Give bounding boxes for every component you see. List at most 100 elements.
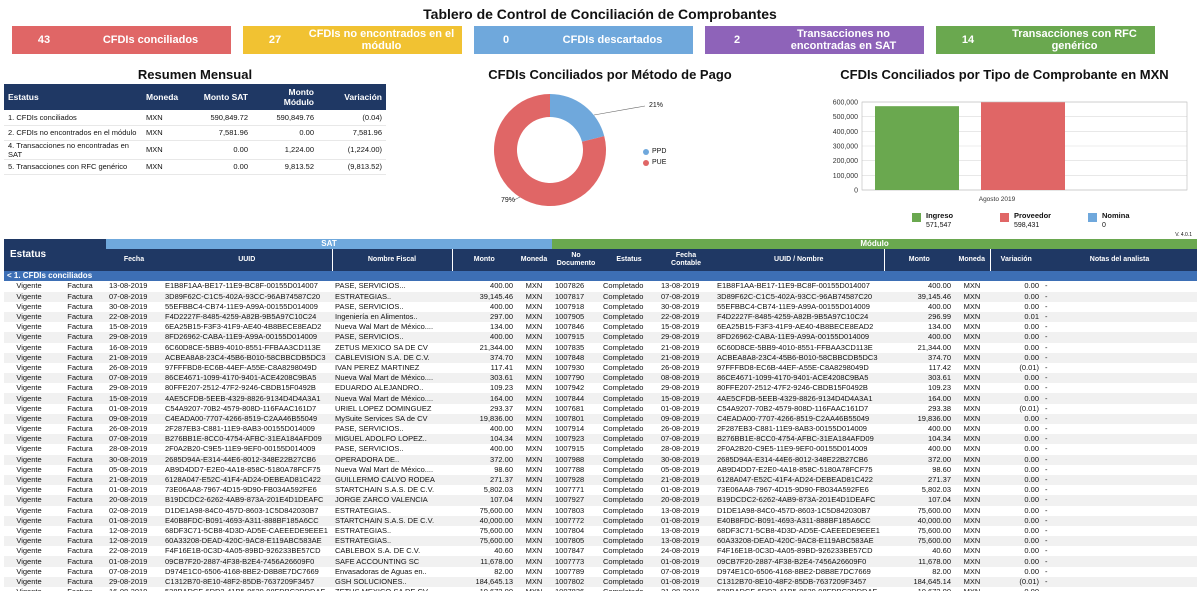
table-row[interactable]: Vigente Factura 01-08-2019 E40B8FDC-B091-46… bbox=[4, 515, 1197, 526]
table-cell: C4EADA00-7707-4266-8519-C2AA46B55049 bbox=[162, 413, 332, 424]
table-cell: 12-08-2019 bbox=[106, 536, 162, 547]
table-cell: 0.00 bbox=[990, 434, 1042, 445]
table-cell: 13-08-2019 bbox=[658, 536, 714, 547]
table-row[interactable]: Vigente Factura 01-08-2019 C54A9207-70B2-45… bbox=[4, 404, 1197, 414]
resumen-header-monto-modulo[interactable]: Monto Módulo bbox=[252, 84, 318, 110]
donut-title: CFDIs Conciliados por Método de Pago bbox=[488, 67, 732, 82]
grid-header-cell[interactable]: Moneda bbox=[954, 249, 991, 272]
table-row[interactable]: Vigente Factura 15-08-2019 4AE5CFDB-5EEB-43… bbox=[4, 393, 1197, 404]
table-row[interactable]: Vigente Factura 01-08-2019 09CB7F20-2887-4F… bbox=[4, 556, 1197, 567]
table-cell: - bbox=[1045, 424, 1048, 434]
grid-header-cell[interactable]: Monto bbox=[884, 249, 954, 272]
grid-header-cell[interactable]: Estatus bbox=[600, 249, 658, 272]
table-row[interactable]: Vigente Factura 07-08-2019 D974E1C0-6506-41… bbox=[4, 567, 1197, 577]
grid-header-cell[interactable]: Nombre Fiscal bbox=[332, 249, 453, 272]
table-row[interactable]: Vigente Factura 21-08-2019 ACBEA8A8-23C4-45… bbox=[4, 352, 1197, 363]
table-row[interactable]: Vigente Factura 22-08-2019 F4D2227F-8485-42… bbox=[4, 311, 1197, 323]
table-cell: Completado bbox=[603, 505, 644, 515]
grid-header-estatus[interactable]: Estatus bbox=[4, 239, 106, 272]
table-cell: Vigente bbox=[4, 352, 54, 363]
grid-header-cell[interactable]: UUID / Nombre bbox=[714, 249, 885, 272]
resumen-row[interactable]: 4. Transacciones no encontradas en SAT MX… bbox=[4, 140, 386, 160]
resumen-header-moneda[interactable]: Moneda bbox=[142, 84, 186, 110]
kpi-card[interactable]: 0 CFDIs descartados bbox=[474, 26, 693, 54]
table-row[interactable]: Vigente Factura 12-08-2019 60A33208-DEAD-42… bbox=[4, 536, 1197, 547]
table-cell: Factura bbox=[54, 587, 106, 591]
table-row[interactable]: Vigente Factura 29-08-2019 8FD26962-CABA-11… bbox=[4, 332, 1197, 343]
table-cell: 75,600.00 bbox=[452, 536, 516, 547]
table-cell: MXN bbox=[954, 576, 990, 587]
table-cell: 4AE5CFDB-5EEB-4329-8826-9134D4D4A3A1 bbox=[714, 393, 884, 404]
kpi-bar: 43 CFDIs conciliados 27 CFDIs no encontrado… bbox=[12, 26, 1155, 54]
kpi-card[interactable]: 27 CFDIs no encontrados en el módulo bbox=[243, 26, 462, 54]
resumen-header-variacion[interactable]: Variación bbox=[318, 84, 386, 110]
table-cell: MXN bbox=[525, 485, 543, 495]
table-row[interactable]: Vigente Factura 15-08-2019 6EA25B15-F3F3-41… bbox=[4, 322, 1197, 332]
table-cell: Completado bbox=[603, 383, 644, 393]
grid-header-cell[interactable]: Fecha Contable bbox=[658, 249, 714, 272]
kpi-card[interactable]: 43 CFDIs conciliados bbox=[12, 26, 231, 54]
kpi-value: 0 bbox=[502, 34, 510, 46]
table-cell: 1007773 bbox=[552, 556, 600, 567]
grid-header-cell[interactable]: Monto bbox=[452, 249, 516, 272]
table-cell: Nueva Wal Mart de México.... bbox=[332, 393, 452, 404]
table-cell: C54A9207-70B2-4579-808D-116FAAC161D7 bbox=[165, 403, 317, 413]
grid-header-cell[interactable]: Fecha bbox=[106, 249, 162, 272]
table-row[interactable]: Vigente Factura 13-08-2019 E1B8F1AA-BE17-11… bbox=[4, 281, 1197, 291]
table-cell: 117.41 bbox=[490, 362, 513, 372]
table-row[interactable]: Vigente Factura 22-08-2019 F4F16E1B-0C3D-4A… bbox=[4, 546, 1197, 556]
kpi-card[interactable]: 2 Transacciones no encontradas en SAT bbox=[705, 26, 924, 54]
table-cell: JORGE ZARCO VALENCIA bbox=[332, 495, 452, 506]
table-cell: Factura bbox=[67, 546, 93, 556]
grid-header-cell[interactable]: Variación bbox=[990, 249, 1042, 272]
table-row[interactable]: VigenteFactura16-08-2019538BADCF-6DD2-41… bbox=[4, 587, 1197, 591]
table-row[interactable]: Vigente Factura 20-08-2019 B19DCDC2-6262-4A… bbox=[4, 495, 1197, 506]
table-cell: 21,344.00 bbox=[479, 342, 513, 352]
table-cell: - bbox=[1042, 587, 1197, 591]
table-row[interactable]: Vigente Factura 05-08-2019 AB9D4DD7-E2E0-4A… bbox=[4, 465, 1197, 475]
table-cell: 0.00 bbox=[1024, 546, 1039, 556]
resumen-row[interactable]: 2. CFDIs no encontrados en el módulo MXN 7… bbox=[4, 125, 386, 141]
donut-slice-ppd[interactable] bbox=[550, 94, 605, 142]
table-row[interactable]: Vigente Factura 26-08-2019 2F287EB3-C881-11… bbox=[4, 424, 1197, 434]
kpi-card[interactable]: 14 Transacciones con RFC genérico bbox=[936, 26, 1155, 54]
grid-header-cell[interactable]: Notas del analista bbox=[1042, 249, 1197, 272]
bar-proveedor[interactable] bbox=[981, 102, 1065, 190]
table-row[interactable]: Vigente Factura 26-08-2019 97FFFBD8-EC6B-44… bbox=[4, 363, 1197, 373]
table-row[interactable]: Vigente Factura 30-08-2019 2685D94A-E314-44… bbox=[4, 454, 1197, 465]
section-cfdis-conciliados[interactable]: < 1. CFDIs conciliados bbox=[4, 271, 1197, 282]
grid-header-cell[interactable]: UUID bbox=[162, 249, 333, 272]
table-cell: MXN bbox=[954, 495, 990, 506]
table-row[interactable]: Vigente Factura 21-08-2019 6128A047-E52C-41… bbox=[4, 474, 1197, 486]
table-row[interactable]: Vigente Factura 30-08-2019 55EFBBC4-CB74-11… bbox=[4, 302, 1197, 312]
resumen-header-monto-sat[interactable]: Monto SAT bbox=[186, 84, 252, 110]
table-row[interactable]: Vigente Factura 09-08-2019 C4EADA00-7707-42… bbox=[4, 413, 1197, 424]
grid-header-cell[interactable]: Moneda bbox=[516, 249, 552, 272]
resumen-header-estatus[interactable]: Estatus bbox=[4, 84, 142, 110]
kpi-value: 43 bbox=[37, 34, 51, 46]
table-row[interactable]: Vigente Factura 28-08-2019 2F0A2B20-C9E5-11… bbox=[4, 444, 1197, 454]
table-row[interactable]: Vigente Factura 29-08-2019 80FFE207-2512-47… bbox=[4, 383, 1197, 393]
table-cell: MXN bbox=[525, 342, 543, 352]
table-cell: MXN bbox=[954, 311, 990, 323]
table-row[interactable]: Vigente Factura 07-08-2019 B276BB1E-8CC0-47… bbox=[4, 434, 1197, 445]
table-row[interactable]: Vigente Factura 01-08-2019 73E06AA8-7967-4D… bbox=[4, 485, 1197, 495]
table-row[interactable]: Vigente Factura 16-08-2019 6C60D8CE-5BB9-40… bbox=[4, 343, 1197, 353]
table-cell: Completado bbox=[600, 291, 658, 302]
resumen-row[interactable]: 1. CFDIs conciliados MXN 590,849.72 590,849… bbox=[4, 110, 386, 126]
table-row[interactable]: Vigente Factura 07-08-2019 86CE4671-1099-41… bbox=[4, 373, 1197, 384]
resumen-row[interactable]: 5. Transacciones con RFC genérico MXN 0.00… bbox=[4, 159, 386, 175]
grid-header-cell[interactable]: No Documento bbox=[552, 249, 600, 272]
bar-ingreso[interactable] bbox=[875, 106, 959, 190]
table-row[interactable]: Vigente Factura 29-08-2019 C1312B70-8E10-48… bbox=[4, 576, 1197, 587]
table-cell: MXN bbox=[525, 546, 543, 556]
table-cell: 11,678.00 bbox=[884, 556, 954, 567]
table-row[interactable]: Vigente Factura 02-08-2019 D1DE1A98-84C0-45… bbox=[4, 506, 1197, 516]
table-cell: 109.23 bbox=[928, 383, 951, 393]
table-row[interactable]: Vigente Factura 12-08-2019 68DF3C71-5CB8-4D… bbox=[4, 526, 1197, 536]
table-cell: - bbox=[1045, 322, 1048, 332]
resumen-cell: 4. Transacciones no encontradas en SAT bbox=[4, 140, 142, 160]
y-tick-label: 500,000 bbox=[833, 114, 858, 121]
table-row[interactable]: Vigente Factura 07-08-2019 3D89F62C-C1C5-40… bbox=[4, 291, 1197, 302]
table-cell: 75,600.00 bbox=[884, 536, 954, 547]
